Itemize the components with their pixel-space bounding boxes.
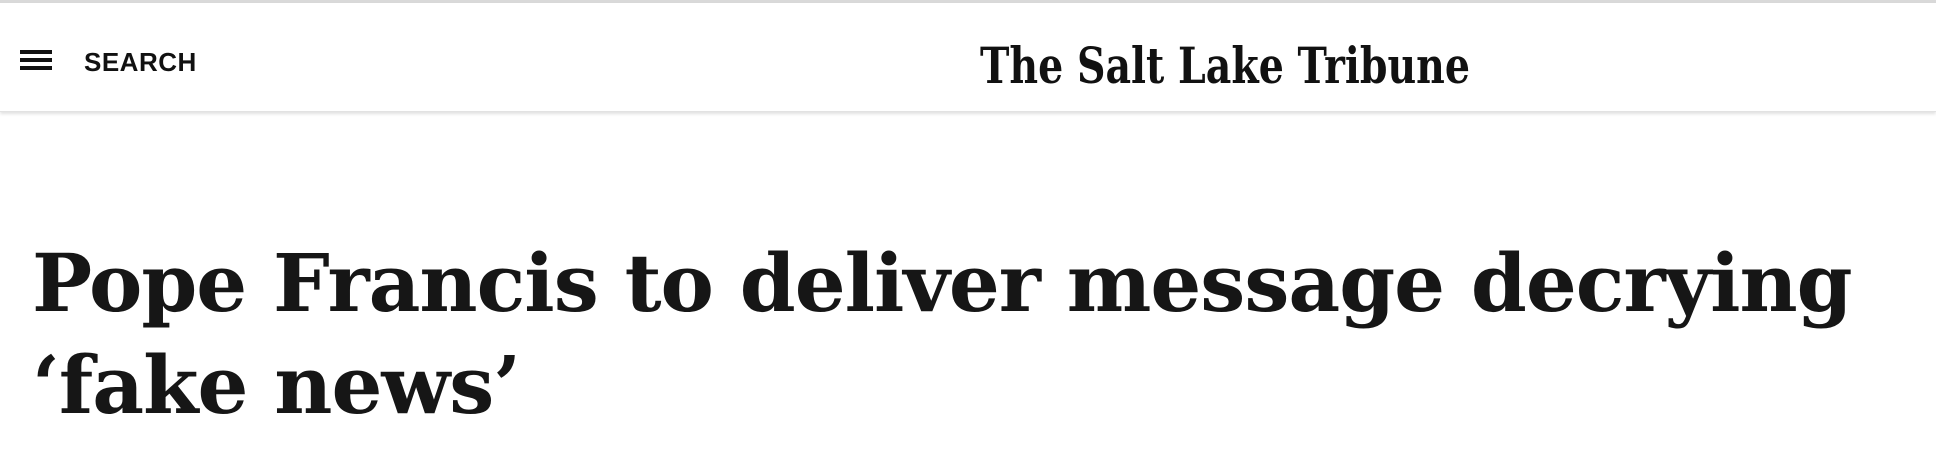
- masthead-logo[interactable]: The Salt Lake Tribune: [975, 33, 1475, 97]
- hamburger-menu-icon[interactable]: [20, 50, 52, 70]
- article-headline: Pope Francis to deliver message decrying…: [32, 236, 1853, 432]
- menu-bar-bottom: [20, 66, 52, 70]
- menu-bar-top: [20, 50, 52, 54]
- site-header: SEARCH The Salt Lake Tribune: [0, 3, 1936, 112]
- masthead-logo-text: The Salt Lake Tribune: [980, 36, 1470, 95]
- masthead-logo-image: The Salt Lake Tribune: [980, 36, 1470, 95]
- search-button[interactable]: SEARCH: [84, 47, 197, 77]
- menu-bar-middle: [20, 58, 52, 62]
